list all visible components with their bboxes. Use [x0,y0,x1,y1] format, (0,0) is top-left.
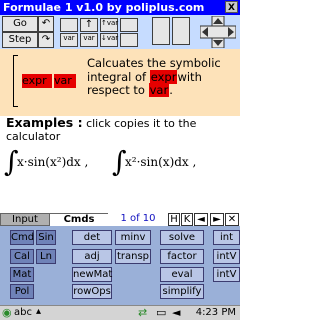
simplify-key[interactable]: simplify [160,284,204,299]
command-keypad: Cmd Sin Cal Ln Mat Pol det adj newMat ro… [0,226,240,305]
newmat-key[interactable]: newMat [72,267,112,282]
minv-key[interactable]: minv [115,230,151,245]
example-2[interactable]: x²·sin(x)dx , [125,155,196,169]
close-button[interactable]: X [225,1,238,13]
up-var-button[interactable]: ↑var [100,18,118,32]
tab-cmds[interactable]: Cmds [50,213,108,226]
navigation-pad-icon[interactable] [200,16,236,48]
cmd-key[interactable]: Cmd [10,230,34,245]
split-view-2-button[interactable] [172,17,190,45]
var-placeholder[interactable]: var [54,74,76,88]
split-view-button[interactable] [152,17,170,45]
ln-key[interactable]: Ln [36,249,56,264]
last-page-button[interactable]: ► [210,213,224,226]
h-button[interactable]: H [168,213,180,226]
up-box-button[interactable] [120,18,138,32]
intv-key[interactable]: intV [213,249,240,264]
clock[interactable]: 4:23 PM [196,307,236,318]
network-icon[interactable]: ⇄ [138,306,147,319]
close-tab-button[interactable]: ✕ [225,213,239,226]
undo-button[interactable]: ↶ [38,16,54,32]
window-title: Formulae 1 v1.0 by poliplus.com [3,1,205,14]
examples-section: Examples : click copies it to the calcul… [6,115,240,143]
cal-key[interactable]: Cal [10,249,34,264]
det-key[interactable]: det [72,230,112,245]
factor-key[interactable]: factor [160,249,204,264]
examples-heading: Examples : [6,115,83,130]
var-box-button[interactable]: var [60,33,78,47]
up-arrow-button[interactable]: ↑ [80,18,98,32]
solve-key[interactable]: solve [160,230,204,245]
help-text-expr: expr [149,69,178,84]
box-icon-button[interactable] [60,18,78,32]
var-down-button[interactable]: var [80,33,98,47]
battery-icon[interactable]: ▭ [156,306,166,319]
expr-placeholder[interactable]: expr [22,74,52,88]
page-indicator: 1 of 10 [120,213,156,224]
help-text-var: var [148,83,170,97]
toolbar: Go Step ↶ ↷ ↑ ↑var var var ↓var [0,15,240,49]
help-panel: expr var Calcuates the symbolic integral… [0,49,240,116]
example-1[interactable]: x·sin(x²)dx , [17,155,88,169]
k-button[interactable]: K [181,213,193,226]
eval-key[interactable]: eval [160,267,204,282]
tab-input[interactable]: Input [0,213,50,226]
tab-bar: Input Cmds 1 of 10 H K ◄ ► ✕ [0,213,240,226]
adj-key[interactable]: adj [72,249,112,264]
redo-button[interactable]: ↷ [38,32,54,48]
title-bar: Formulae 1 v1.0 by poliplus.com X [0,0,240,15]
help-text: Calcuates the symbolic integral of exprw… [87,56,237,98]
down-box-button[interactable] [120,33,138,47]
integral-bracket [13,55,19,107]
down-var-button[interactable]: ↓var [100,33,118,47]
int-key[interactable]: int [213,230,240,245]
transp-key[interactable]: transp [115,249,151,264]
keyboard-indicator[interactable]: abc [14,307,32,318]
step-button[interactable]: Step [2,32,38,48]
start-icon[interactable]: ◉ [2,306,12,319]
mat-key[interactable]: Mat [10,267,34,282]
example-row: ∫ x·sin(x²)dx , ∫ x²·sin(x)dx , [0,145,240,185]
intv-key-2[interactable]: intV [213,267,240,282]
volume-icon[interactable]: ◄ [172,306,180,319]
help-text-post: . [169,83,173,97]
taskbar: ◉ abc ▴ ⇄ ▭ ◄ 4:23 PM [0,305,240,320]
sin-key[interactable]: Sin [36,230,56,245]
go-button[interactable]: Go [2,16,38,32]
first-page-button[interactable]: ◄ [194,213,208,226]
input-mode-icon[interactable]: ▴ [36,306,41,317]
pol-key[interactable]: Pol [10,284,34,299]
rowops-key[interactable]: rowOps [72,284,112,299]
